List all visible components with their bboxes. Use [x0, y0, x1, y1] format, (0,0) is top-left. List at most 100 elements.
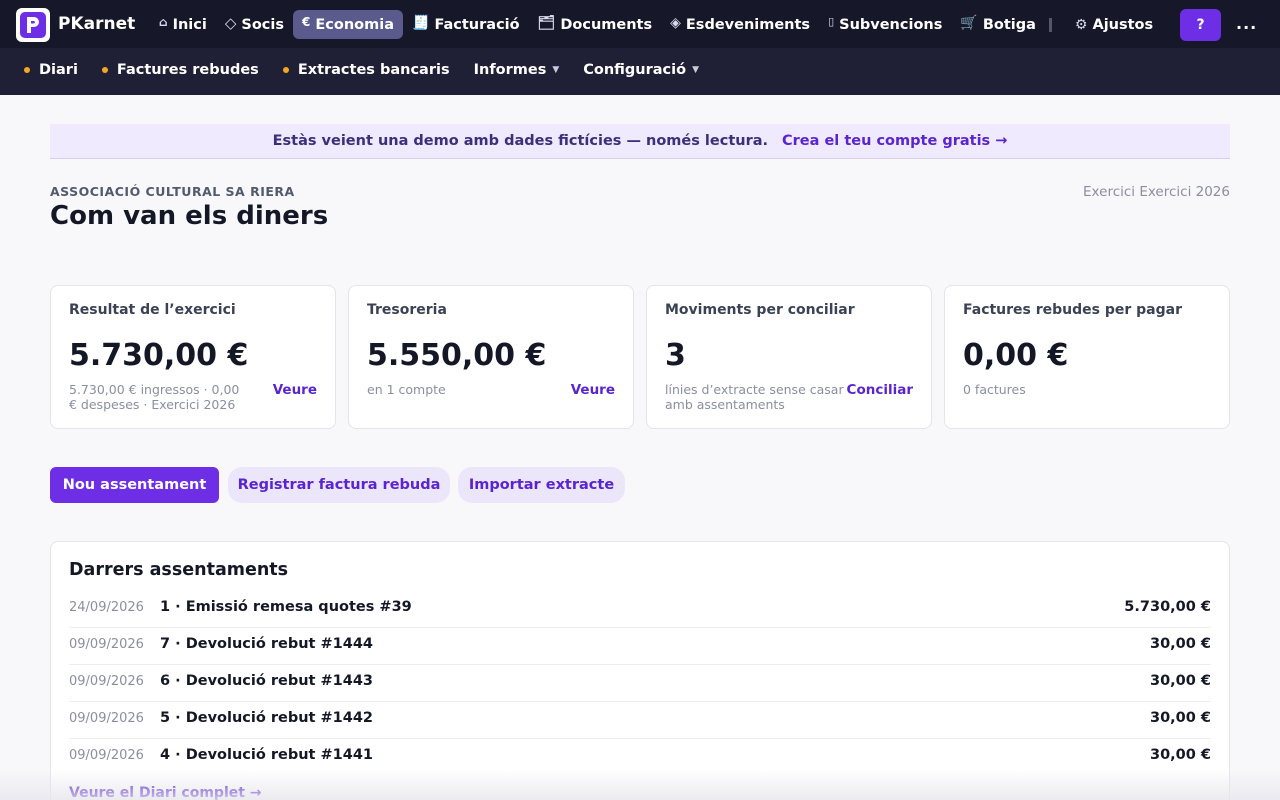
nav-item-esdeveniments[interactable]: ◈ Esdeveniments [661, 10, 819, 39]
organization-name: ASSOCIACIÓ CULTURAL SA RIERA [50, 184, 295, 199]
page-title: Com van els diners [50, 201, 329, 231]
card-reconcile-link[interactable]: Conciliar [847, 382, 913, 398]
card-value: 0,00 € [963, 338, 1069, 373]
nav-item-label: Esdeveniments [685, 16, 811, 33]
card-invoices-to-pay: Factures rebudes per pagar 0,00 € 0 fact… [944, 285, 1230, 429]
diamond-icon: ◇ [224, 13, 237, 32]
demo-banner: Estàs veient una demo amb dades fictície… [50, 124, 1230, 159]
nav-item-label: Socis [241, 16, 285, 33]
subnav-item-label: Configuració [583, 62, 687, 78]
card-title: Tresoreria [367, 302, 447, 318]
subnav-item-diari[interactable]: Diari [24, 62, 78, 78]
logo-p-icon [20, 12, 46, 38]
entry-date: 24/09/2026 [69, 600, 144, 615]
app-logo[interactable] [16, 8, 50, 42]
register-invoice-button[interactable]: Registrar factura rebuda [228, 467, 450, 503]
table-row[interactable]: 09/09/2026 7 · Devolució rebut #1444 30,… [69, 628, 1211, 665]
subnav-item-label: Factures rebudes [116, 62, 259, 78]
nav-item-documents[interactable]: 🗂 Documents [529, 10, 662, 39]
view-full-journal-link[interactable]: Veure el Diari complet → [69, 785, 262, 800]
nav-item-label: Inici [172, 16, 207, 33]
card-title: Resultat de l’exercici [69, 302, 236, 318]
receipt-icon: 🧾 [412, 14, 430, 31]
create-account-link[interactable]: Crea el teu compte gratis → [782, 133, 1007, 149]
card-title: Factures rebudes per pagar [963, 302, 1183, 318]
card-view-link[interactable]: Veure [571, 382, 615, 398]
nav-item-label: Documents [560, 16, 653, 33]
subnav-item-factures-rebudes[interactable]: Factures rebudes [101, 62, 259, 78]
app-name[interactable]: PKarnet [58, 14, 135, 34]
main-nav: ⌂ Inici ◇ Socis € Economia 🧾 Facturació … [150, 9, 1162, 40]
nav-item-label: Facturació [434, 16, 520, 33]
card-value: 5.730,00 € [69, 338, 249, 373]
cart-icon: 🛒 [960, 14, 978, 31]
chevron-down-icon: ▼ [692, 65, 700, 75]
subnav-item-configuracio[interactable]: Configuració ▼ [583, 62, 699, 78]
card-result: Resultat de l’exercici 5.730,00 € 5.730,… [50, 285, 336, 429]
status-dot [24, 67, 30, 73]
card-subtext: línies d’extracte sense casar amb assent… [665, 382, 844, 412]
nav-item-ajustos[interactable]: ⚙ Ajustos [1066, 10, 1162, 39]
nav-item-socis[interactable]: ◇ Socis [216, 10, 293, 39]
card-value: 3 [665, 338, 686, 373]
subnav-item-label: Informes [473, 62, 547, 78]
entry-date: 09/09/2026 [69, 674, 144, 689]
help-button[interactable]: ? [1180, 9, 1221, 41]
subnav-item-label: Diari [39, 62, 78, 78]
card-view-link[interactable]: Veure [273, 382, 317, 398]
import-statement-button[interactable]: Importar extracte [458, 467, 625, 503]
nav-item-facturacio[interactable]: 🧾 Facturació [403, 10, 529, 39]
nav-item-inici[interactable]: ⌂ Inici [150, 10, 216, 39]
section-title: Darrers assentaments [69, 560, 289, 580]
entry-amount: 5.730,00 € [1124, 599, 1211, 615]
nav-item-subvencions[interactable]: ▯ Subvencions [819, 10, 951, 39]
new-entry-button[interactable]: Nou assentament [50, 467, 219, 503]
entry-description: 6 · Devolució rebut #1443 [160, 673, 374, 689]
subnav-item-extractes-bancaris[interactable]: Extractes bancaris [282, 62, 450, 78]
event-diamond-icon: ◈ [670, 14, 681, 31]
entry-description: 7 · Devolució rebut #1444 [160, 636, 374, 652]
nav-item-label: Subvencions [839, 16, 943, 33]
card-treasury: Tresoreria 5.550,00 € en 1 compte Veure [348, 285, 634, 429]
grant-icon: ▯ [828, 15, 835, 28]
card-title: Moviments per conciliar [665, 302, 855, 318]
nav-item-label: Economia [315, 16, 394, 33]
entry-description: 1 · Emissió remesa quotes #39 [160, 599, 412, 615]
card-subtext: 0 factures [963, 382, 1026, 397]
card-unreconciled: Moviments per conciliar 3 línies d’extra… [646, 285, 932, 429]
nav-item-economia[interactable]: € Economia [293, 10, 403, 39]
entry-date: 09/09/2026 [69, 748, 144, 763]
table-row[interactable]: 09/09/2026 4 · Devolució rebut #1441 30,… [69, 739, 1211, 776]
entry-amount: 30,00 € [1149, 673, 1211, 689]
subnav-item-informes[interactable]: Informes ▼ [474, 62, 560, 78]
entry-amount: 30,00 € [1149, 747, 1211, 763]
folder-icon: 🗂 [537, 14, 556, 31]
card-subtext: en 1 compte [367, 382, 446, 397]
chevron-down-icon: ▼ [552, 65, 560, 75]
more-menu-button[interactable]: ... [1236, 14, 1257, 33]
entry-date: 09/09/2026 [69, 711, 144, 726]
status-dot [282, 67, 289, 73]
nav-item-label: Ajustos [1092, 16, 1154, 33]
euro-icon: € [302, 14, 311, 29]
nav-divider [1048, 17, 1052, 32]
subnav-item-label: Extractes bancaris [297, 62, 450, 78]
card-subtext: 5.730,00 € ingressos · 0,00 € despeses ·… [69, 382, 240, 412]
home-icon: ⌂ [159, 14, 168, 29]
card-value: 5.550,00 € [367, 338, 547, 373]
entry-amount: 30,00 € [1149, 710, 1211, 726]
entry-description: 5 · Devolució rebut #1442 [160, 710, 374, 726]
table-row[interactable]: 09/09/2026 6 · Devolució rebut #1443 30,… [69, 665, 1211, 702]
demo-banner-text: Estàs veient una demo amb dades fictície… [272, 133, 769, 149]
entry-date: 09/09/2026 [69, 637, 144, 652]
table-row[interactable]: 09/09/2026 5 · Devolució rebut #1442 30,… [69, 702, 1211, 739]
subnav: Diari Factures rebudes Extractes bancari… [24, 62, 723, 78]
status-dot [101, 67, 108, 73]
nav-item-botiga[interactable]: 🛒 Botiga [951, 10, 1045, 39]
table-row[interactable]: 24/09/2026 1 · Emissió remesa quotes #39… [69, 591, 1211, 628]
gear-icon: ⚙ [1074, 16, 1088, 33]
top-navigation-bar: PKarnet ⌂ Inici ◇ Socis € Economia 🧾 Fac… [0, 0, 1280, 48]
sub-navigation-bar: Diari Factures rebudes Extractes bancari… [0, 48, 1280, 95]
entry-description: 4 · Devolució rebut #1441 [160, 747, 374, 763]
entry-amount: 30,00 € [1149, 636, 1211, 652]
